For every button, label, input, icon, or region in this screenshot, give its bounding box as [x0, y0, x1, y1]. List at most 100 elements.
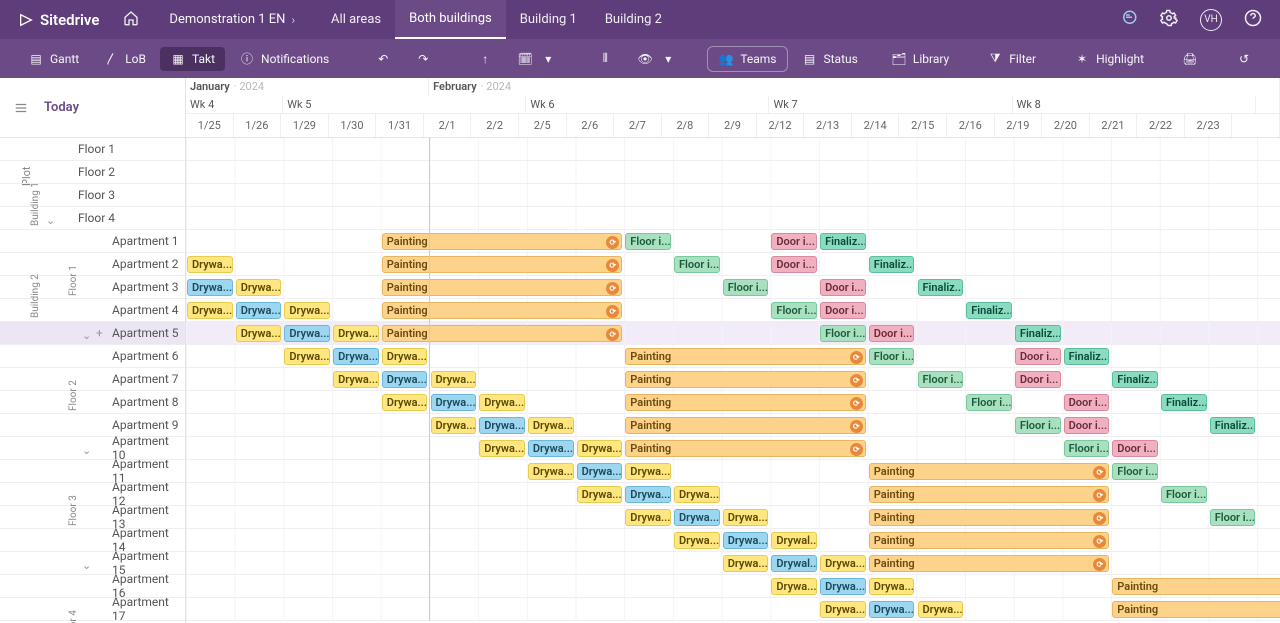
task-painting[interactable]: Painting⟳ [869, 486, 1110, 503]
lob-button[interactable]: 〳LoB [93, 47, 156, 71]
home-icon[interactable] [123, 10, 139, 29]
teams-button[interactable]: 👥Teams [707, 46, 787, 72]
print-button[interactable]: 🖨 [1172, 47, 1208, 71]
library-button[interactable]: 🗂Library [881, 47, 959, 71]
tree-row[interactable]: Floor 1 [0, 138, 185, 161]
tree-row[interactable]: Apartment 2 [0, 253, 185, 276]
grid-row[interactable]: Painting⟳Floor i...Door i...Finaliz... [186, 230, 1280, 253]
task-drywall[interactable]: Drywa... [236, 325, 282, 342]
task-finalize[interactable]: Finaliz... [1112, 371, 1158, 388]
add-icon[interactable]: + [96, 326, 103, 340]
task-drywall[interactable]: Drywa... [625, 463, 671, 480]
task-floor[interactable]: Floor i... [771, 302, 817, 319]
task-drywall[interactable]: Drywa... [723, 532, 769, 549]
grid-row[interactable]: Drywa...Drywa...Drywa...Painting [186, 575, 1280, 598]
grid-row[interactable]: Drywa...Drywa...Painting⟳Floor i...Door … [186, 276, 1280, 299]
grid-row[interactable] [186, 138, 1280, 161]
task-floor[interactable]: Floor i... [1210, 509, 1256, 526]
task-finalize[interactable]: Finaliz... [1161, 394, 1207, 411]
task-drywall2[interactable]: Drywal... [771, 532, 817, 549]
task-painting[interactable]: Painting [1112, 601, 1280, 618]
task-drywall[interactable]: Drywa... [528, 463, 574, 480]
task-finalize[interactable]: Finaliz... [1210, 417, 1256, 434]
settings-icon[interactable] [1160, 9, 1178, 30]
tab-building-1[interactable]: Building 1 [506, 0, 591, 39]
task-drywall[interactable]: Drywa... [479, 417, 525, 434]
grid-row[interactable]: Drywa...Painting⟳Floor i...Door i...Fina… [186, 253, 1280, 276]
task-drywall[interactable]: Drywa... [674, 532, 720, 549]
task-drywall[interactable]: Drywa... [284, 325, 330, 342]
tree-row[interactable]: Apartment 7 [0, 368, 185, 391]
task-painting[interactable]: Painting⟳ [869, 509, 1110, 526]
task-floor[interactable]: Floor i... [820, 325, 866, 342]
status-button[interactable]: ▤Status [792, 47, 868, 71]
task-door[interactable]: Door i... [771, 256, 817, 273]
task-drywall[interactable]: Drywa... [674, 486, 720, 503]
up-button[interactable]: ↑ [467, 47, 503, 71]
grid-row[interactable] [186, 184, 1280, 207]
task-floor[interactable]: Floor i... [918, 371, 964, 388]
task-painting[interactable]: Painting⟳ [869, 555, 1110, 572]
tree-row[interactable]: Apartment 17 [0, 598, 185, 621]
caret-icon[interactable]: ⌃ [82, 328, 91, 341]
task-drywall[interactable]: Drywa... [333, 371, 379, 388]
task-drywall[interactable]: Drywa... [187, 279, 233, 296]
tab-both-buildings[interactable]: Both buildings [395, 0, 506, 39]
task-painting[interactable]: Painting⟳ [625, 417, 866, 434]
task-drywall[interactable]: Drywa... [820, 578, 866, 595]
task-drywall[interactable]: Drywa... [820, 555, 866, 572]
schedule-grid[interactable]: Painting⟳Floor i...Door i...Finaliz...Dr… [186, 138, 1280, 621]
task-drywall[interactable]: Drywa... [431, 394, 477, 411]
today-button[interactable]: Today [0, 78, 185, 138]
tree-row[interactable]: Floor 2 [0, 161, 185, 184]
task-painting[interactable]: Painting⟳ [869, 532, 1110, 549]
task-drywall[interactable]: Drywa... [431, 371, 477, 388]
takt-button[interactable]: ▦Takt [160, 47, 225, 71]
task-drywall2[interactable]: Drywal... [771, 555, 817, 572]
notifications-button[interactable]: ⓘNotifications [229, 47, 339, 71]
schedule-main[interactable]: January· 2024February· 2024 Wk 4Wk 5Wk 6… [186, 78, 1280, 623]
task-painting[interactable]: Painting⟳ [625, 371, 866, 388]
task-drywall[interactable]: Drywa... [869, 578, 915, 595]
task-drywall[interactable]: Drywa... [674, 509, 720, 526]
tree-row[interactable]: Apartment 6 [0, 345, 185, 368]
task-painting[interactable]: Painting⟳ [625, 440, 866, 457]
task-drywall[interactable]: Drywa... [771, 578, 817, 595]
task-drywall[interactable]: Drywa... [869, 601, 915, 618]
tree-row[interactable]: Apartment 4 [0, 299, 185, 322]
task-drywall[interactable]: Drywa... [577, 440, 623, 457]
grid-row[interactable]: Drywa...Drywa...Drywa...Painting⟳Floor i… [186, 322, 1280, 345]
tree-row[interactable]: +Apartment 5 [0, 322, 185, 345]
grid-row[interactable]: Drywa...Drywa...Drywa...Painting⟳Floor i… [186, 506, 1280, 529]
task-door[interactable]: Door i... [820, 302, 866, 319]
task-drywall[interactable]: Drywa... [284, 348, 330, 365]
task-drywall[interactable]: Drywa... [918, 601, 964, 618]
grid-row[interactable]: Drywa...Drywa...Drywa...Painting⟳Floor i… [186, 460, 1280, 483]
task-floor[interactable]: Floor i... [1015, 417, 1061, 434]
chat-icon[interactable] [1120, 9, 1138, 30]
caret-icon[interactable]: ⌃ [82, 443, 91, 456]
task-drywall[interactable]: Drywa... [236, 279, 282, 296]
task-drywall[interactable]: Drywa... [382, 394, 428, 411]
history-button[interactable]: ↺ [1226, 47, 1262, 71]
breadcrumb[interactable]: Demonstration 1 EN › [169, 12, 295, 27]
tree-row[interactable]: Apartment 1 [0, 230, 185, 253]
task-painting[interactable]: Painting⟳ [382, 256, 623, 273]
task-finalize[interactable]: Finaliz... [820, 233, 866, 250]
grid-row[interactable]: Drywa...Drywa...Drywa...Painting⟳Floor i… [186, 414, 1280, 437]
redo-button[interactable]: ↷ [405, 47, 441, 71]
tab-all-areas[interactable]: All areas [317, 0, 395, 39]
undo-button[interactable]: ↶ [365, 47, 401, 71]
tree-row[interactable]: Apartment 8 [0, 391, 185, 414]
task-drywall[interactable]: Drywa... [382, 348, 428, 365]
filter-button[interactable]: ⧩Filter [977, 47, 1046, 71]
task-door[interactable]: Door i... [1015, 371, 1061, 388]
task-floor[interactable]: Floor i... [869, 348, 915, 365]
task-floor[interactable]: Floor i... [625, 233, 671, 250]
task-drywall[interactable]: Drywa... [284, 302, 330, 319]
task-floor[interactable]: Floor i... [1064, 440, 1110, 457]
grid-row[interactable]: Drywa...Drywa...Drywal...Painting⟳ [186, 529, 1280, 552]
gantt-button[interactable]: ▤Gantt [18, 47, 89, 71]
task-drywall[interactable]: Drywa... [333, 325, 379, 342]
grid-row[interactable]: Drywa...Drywa...Drywa...Painting⟳Floor i… [186, 299, 1280, 322]
